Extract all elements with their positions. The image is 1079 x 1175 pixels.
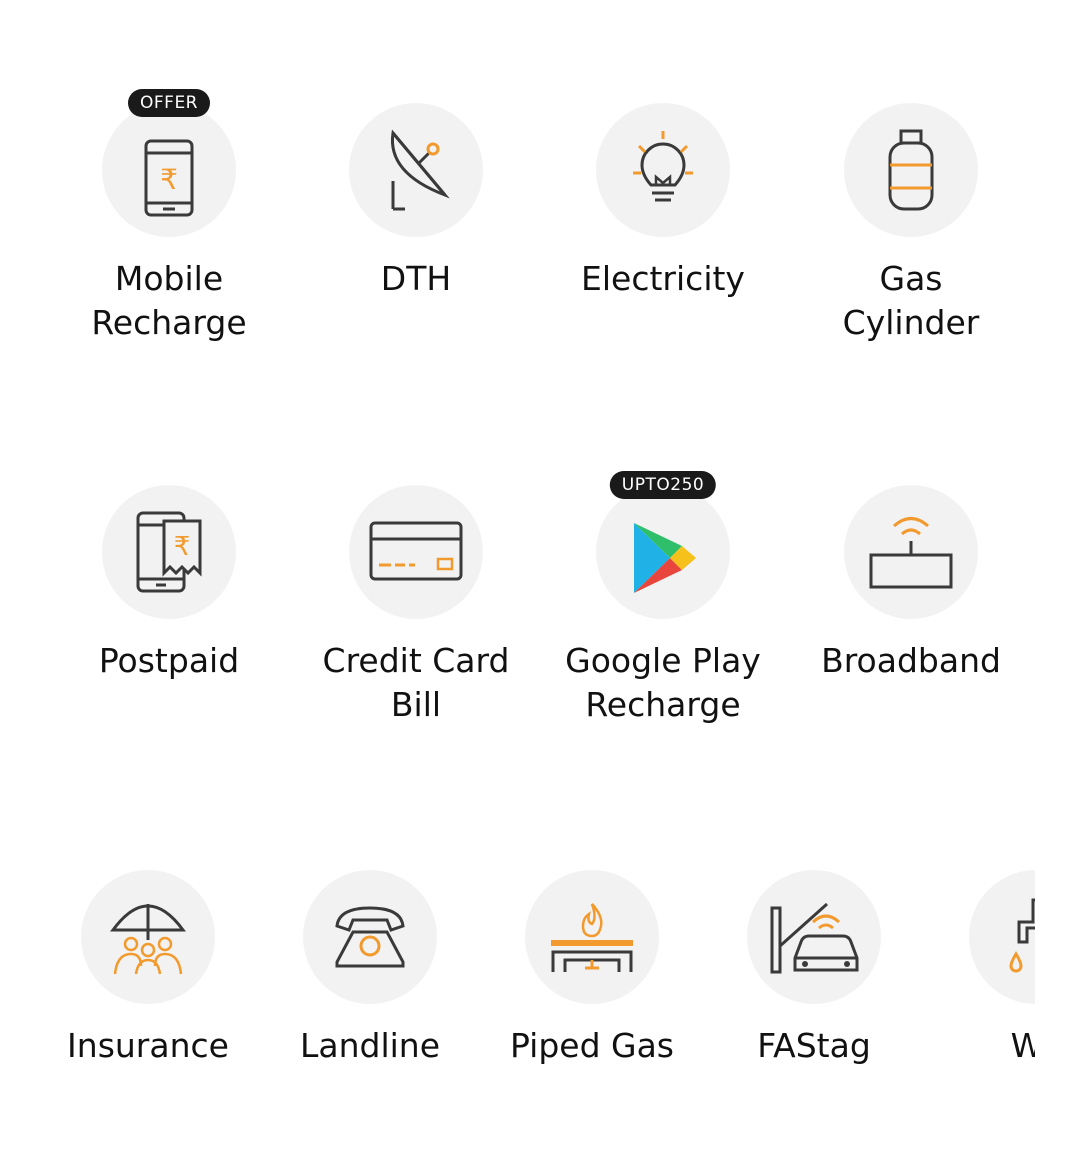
tile-label: Electricity bbox=[581, 259, 745, 298]
postpaid-bill-icon: ₹ bbox=[102, 485, 236, 619]
mobile-rupee-icon: ₹ bbox=[102, 103, 236, 237]
tile-label: DTH bbox=[380, 259, 452, 298]
tile-label: Wa bbox=[1010, 1026, 1035, 1065]
tile-label: Gas Cylinder bbox=[842, 259, 980, 342]
satellite-dish-icon bbox=[349, 103, 483, 237]
google-play-icon bbox=[596, 485, 730, 619]
tile-label: Postpaid bbox=[98, 641, 240, 680]
svg-text:₹: ₹ bbox=[160, 163, 178, 196]
tile-label: Insurance bbox=[67, 1026, 229, 1065]
water-tap-icon bbox=[969, 870, 1035, 1004]
tile-label: Mobile Recharge bbox=[91, 259, 247, 342]
tile-label: FAStag bbox=[757, 1026, 871, 1065]
svg-text:₹: ₹ bbox=[174, 532, 191, 562]
services-row-3: Insurance Landline Piped Gas FAStag W bbox=[0, 870, 1035, 1090]
toll-car-icon bbox=[747, 870, 881, 1004]
credit-card-icon bbox=[349, 485, 483, 619]
gas-cylinder-icon bbox=[844, 103, 978, 237]
telephone-icon bbox=[303, 870, 437, 1004]
offer-badge: OFFER bbox=[128, 89, 210, 117]
umbrella-family-icon bbox=[81, 870, 215, 1004]
light-bulb-icon bbox=[596, 103, 730, 237]
tile-label: Broadband bbox=[821, 641, 1001, 680]
tile-label: Piped Gas bbox=[509, 1026, 675, 1065]
router-wifi-icon bbox=[844, 485, 978, 619]
upto250-badge: UPTO250 bbox=[609, 471, 717, 499]
tile-label: Google Play Recharge bbox=[565, 641, 761, 724]
tile-label: Credit Card Bill bbox=[322, 641, 510, 724]
gas-flame-pipe-icon bbox=[525, 870, 659, 1004]
tile-label: Landline bbox=[299, 1026, 441, 1065]
